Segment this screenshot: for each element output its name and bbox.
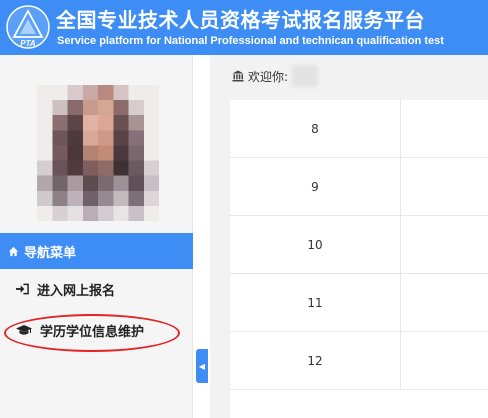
- header-banner: PTA 全国专业技术人员资格考试报名服务平台 Service platform …: [0, 0, 488, 55]
- main-content: 欢迎你: 8 9 10 11 12: [210, 55, 488, 418]
- sidebar-item-online-registration[interactable]: 进入网上报名: [0, 269, 193, 309]
- logo-text: PTA: [20, 39, 36, 48]
- nav-menu-title: 导航菜单: [24, 245, 77, 261]
- sidebar-item-label: 进入网上报名: [37, 283, 116, 299]
- row-cell: [401, 216, 488, 274]
- sign-in-icon: [16, 283, 29, 295]
- table-row: 11: [230, 274, 488, 332]
- sidebar: 导航菜单 进入网上报名 学历学位信息维护: [0, 55, 193, 418]
- table-row: 10: [230, 216, 488, 274]
- welcome-label: 欢迎你:: [248, 69, 289, 84]
- sidebar-item-label: 学历学位信息维护: [40, 324, 145, 340]
- table-row: 8: [230, 100, 488, 158]
- nav-menu-header: 导航菜单: [0, 233, 193, 269]
- graduation-cap-icon: [16, 325, 32, 335]
- table-row: 9: [230, 158, 488, 216]
- table-row: 12: [230, 332, 488, 390]
- row-cell: [401, 158, 488, 216]
- chevron-left-icon: ◀: [198, 361, 206, 371]
- user-name-blurred: [292, 65, 319, 87]
- row-cell: [401, 100, 488, 158]
- row-number: 11: [230, 274, 401, 332]
- site-title-en: Service platform for National Profession…: [57, 35, 444, 47]
- row-cell: [401, 274, 488, 332]
- row-cell: [401, 332, 488, 390]
- pta-logo-icon: PTA: [6, 5, 50, 49]
- row-number: 10: [230, 216, 401, 274]
- home-icon: [8, 246, 19, 256]
- avatar: [37, 85, 159, 221]
- row-number: 12: [230, 332, 401, 390]
- site-title-cn: 全国专业技术人员资格考试报名服务平台: [56, 8, 425, 32]
- bank-icon: [232, 70, 244, 82]
- data-table: 8 9 10 11 12: [230, 100, 488, 418]
- welcome-bar: 欢迎你:: [232, 65, 319, 87]
- row-number: 8: [230, 100, 401, 158]
- sidebar-collapse-toggle[interactable]: ◀: [196, 349, 208, 383]
- sidebar-item-education-info[interactable]: 学历学位信息维护: [0, 310, 193, 350]
- row-number: 9: [230, 158, 401, 216]
